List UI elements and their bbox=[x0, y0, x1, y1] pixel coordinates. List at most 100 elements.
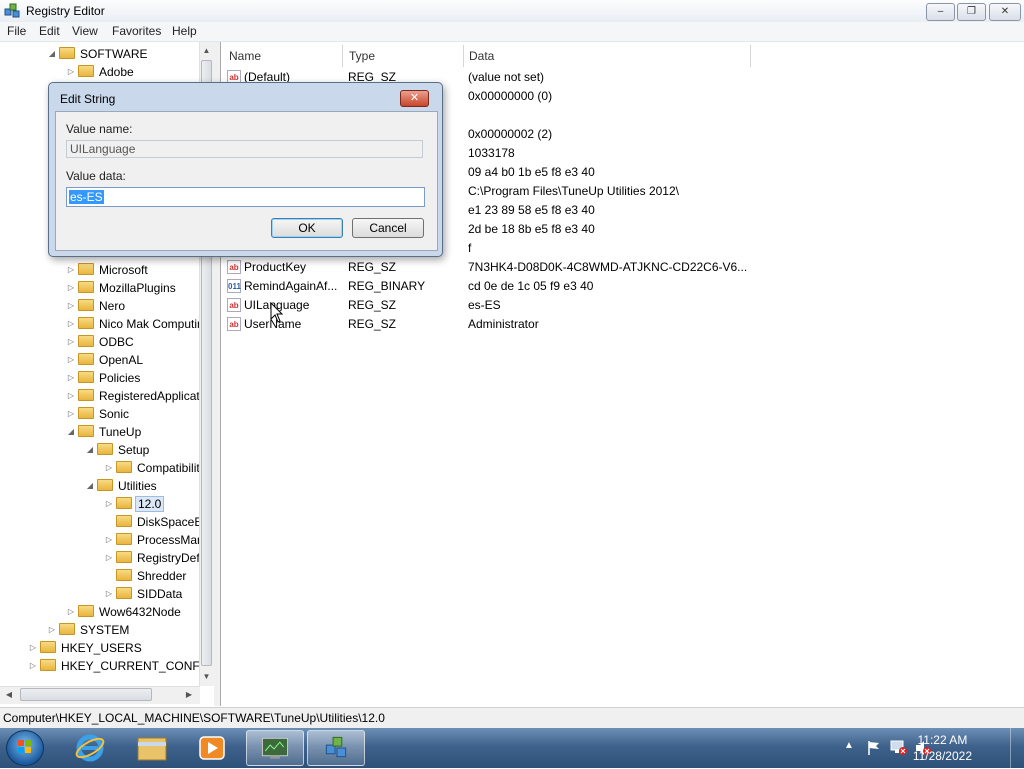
tree-node[interactable]: ▷ HKEY_USERS bbox=[28, 639, 144, 657]
tree-node-label: Adobe bbox=[99, 65, 134, 79]
folder-icon bbox=[78, 605, 94, 617]
minimize-button[interactable]: – bbox=[926, 3, 955, 21]
explorer-taskbar-button[interactable] bbox=[130, 730, 174, 766]
tree-node[interactable]: ▷ RegisteredApplications bbox=[66, 387, 214, 405]
expanded-arrow-icon[interactable]: ◢ bbox=[47, 45, 57, 63]
tree-node[interactable]: ▷ProcessManager bbox=[104, 531, 214, 549]
scroll-right-icon[interactable]: ▶ bbox=[184, 690, 194, 699]
scroll-left-icon[interactable]: ◀ bbox=[4, 690, 14, 699]
scroll-up-icon[interactable]: ▲ bbox=[201, 46, 212, 55]
taskbar: ▲ 11:22 AM 11/28/2022 bbox=[0, 728, 1024, 768]
expanded-arrow-icon[interactable]: ◢ bbox=[85, 477, 95, 495]
menu-view[interactable]: View bbox=[72, 24, 98, 38]
value-data: C:\Program Files\TuneUp Utilities 2012\ bbox=[468, 184, 679, 198]
show-desktop-button[interactable] bbox=[1010, 728, 1024, 768]
action-center-flag-icon[interactable] bbox=[866, 740, 882, 756]
tree-node-label: Wow6432Node bbox=[99, 605, 181, 619]
collapsed-arrow-icon[interactable]: ▷ bbox=[66, 279, 76, 297]
collapsed-arrow-icon[interactable]: ▷ bbox=[28, 639, 38, 657]
tree-node[interactable]: ▷ ODBC bbox=[66, 333, 136, 351]
value-data: 1033178 bbox=[468, 146, 515, 160]
folder-icon bbox=[78, 425, 94, 437]
tree-node[interactable]: ▷ MozillaPlugins bbox=[66, 279, 178, 297]
collapsed-arrow-icon[interactable]: ▷ bbox=[66, 603, 76, 621]
collapsed-arrow-icon[interactable]: ▷ bbox=[66, 63, 76, 81]
collapsed-arrow-icon[interactable]: ▷ bbox=[66, 405, 76, 423]
collapsed-arrow-icon[interactable]: ▷ bbox=[66, 261, 76, 279]
value-data-input[interactable]: es-ES bbox=[66, 187, 425, 207]
media-player-taskbar-button[interactable] bbox=[190, 730, 234, 766]
system-clock[interactable]: 11:22 AM 11/28/2022 bbox=[913, 732, 972, 764]
collapsed-arrow-icon[interactable]: ▷ bbox=[104, 459, 114, 477]
tree-horizontal-scroll-thumb[interactable] bbox=[20, 688, 152, 701]
ok-button[interactable]: OK bbox=[271, 218, 343, 238]
menu-help[interactable]: Help bbox=[172, 24, 197, 38]
tree-node[interactable]: ▷ SYSTEM bbox=[47, 621, 131, 639]
menu-edit[interactable]: Edit bbox=[39, 24, 60, 38]
tree-node[interactable]: ▷ Adobe bbox=[66, 63, 136, 81]
tree-node-label: RegisteredApplications bbox=[99, 389, 214, 403]
collapsed-arrow-icon[interactable]: ▷ bbox=[28, 657, 38, 675]
tree-node[interactable]: ▷ Sonic bbox=[66, 405, 131, 423]
folder-icon bbox=[116, 551, 132, 563]
tree-node[interactable]: ▷ Nero bbox=[66, 297, 127, 315]
network-disconnected-icon[interactable] bbox=[890, 740, 908, 756]
tree-node[interactable]: ▷ SIDData bbox=[104, 585, 184, 603]
collapsed-arrow-icon[interactable]: ▷ bbox=[104, 549, 114, 567]
tree-node-label: HKEY_USERS bbox=[61, 641, 142, 655]
tree-node[interactable]: ▷ Wow6432Node bbox=[66, 603, 183, 621]
tree-node[interactable]: ▷ 12.0 bbox=[104, 495, 165, 513]
tree-node[interactable]: ▷ HKEY_CURRENT_CONFIG bbox=[28, 657, 214, 675]
collapsed-arrow-icon[interactable]: ▷ bbox=[66, 297, 76, 315]
menu-file[interactable]: File bbox=[7, 24, 26, 38]
tree-node[interactable]: ◢ Utilities bbox=[85, 477, 159, 495]
column-header-name[interactable]: Name bbox=[229, 47, 261, 65]
tree-node[interactable]: ◢ TuneUp bbox=[66, 423, 143, 441]
binary-value-icon: 011 bbox=[227, 279, 241, 293]
column-header-data[interactable]: Data bbox=[469, 47, 494, 65]
tree-node[interactable]: ▷ OpenAL bbox=[66, 351, 145, 369]
tree-node[interactable]: ▷ Nico Mak Computing bbox=[66, 315, 212, 333]
collapsed-arrow-icon[interactable]: ▷ bbox=[104, 585, 114, 603]
folder-icon bbox=[78, 299, 94, 311]
close-button[interactable]: ✕ bbox=[989, 3, 1021, 21]
collapsed-arrow-icon[interactable]: ▷ bbox=[66, 351, 76, 369]
system-tool-taskbar-button[interactable] bbox=[246, 730, 304, 766]
value-row[interactable]: ab UILanguage REG_SZ es-ES bbox=[225, 296, 1005, 315]
menu-favorites[interactable]: Favorites bbox=[112, 24, 161, 38]
start-button[interactable] bbox=[6, 730, 44, 766]
show-hidden-icons-icon[interactable]: ▲ bbox=[844, 740, 854, 751]
expanded-arrow-icon[interactable]: ◢ bbox=[66, 423, 76, 441]
tree-node[interactable]: ▷ Policies bbox=[66, 369, 142, 387]
tree-node[interactable]: DiskSpaceExplorer bbox=[104, 513, 214, 531]
collapsed-arrow-icon[interactable]: ▷ bbox=[104, 531, 114, 549]
maximize-button[interactable]: ❐ bbox=[957, 3, 986, 21]
collapsed-arrow-icon[interactable]: ▷ bbox=[66, 369, 76, 387]
tree-node[interactable]: ▷ Microsoft bbox=[66, 261, 150, 279]
tree-node[interactable]: ◢ Setup bbox=[85, 441, 151, 459]
tree-node-label: Nico Mak Computing bbox=[99, 317, 211, 331]
cancel-button[interactable]: Cancel bbox=[352, 218, 424, 238]
scroll-down-icon[interactable]: ▼ bbox=[201, 672, 212, 681]
value-row[interactable]: ab ProductKey REG_SZ 7N3HK4-D08D0K-4C8WMD-A… bbox=[225, 258, 1005, 277]
value-row[interactable]: ab UserName REG_SZ Administrator bbox=[225, 315, 1005, 334]
value-data-label: Value data: bbox=[66, 169, 126, 183]
value-data: e1 23 89 58 e5 f8 e3 40 bbox=[468, 203, 595, 217]
collapsed-arrow-icon[interactable]: ▷ bbox=[66, 315, 76, 333]
value-row[interactable]: 011 RemindAgainAf... REG_BINARY cd 0e de 1c… bbox=[225, 277, 1005, 296]
tree-node[interactable]: ◢ SOFTWARE bbox=[47, 45, 150, 63]
column-header-type[interactable]: Type bbox=[349, 47, 375, 65]
tree-node[interactable]: Shredder bbox=[104, 567, 188, 585]
tree-node-label: Compatibility bbox=[137, 461, 206, 475]
expanded-arrow-icon[interactable]: ◢ bbox=[85, 441, 95, 459]
tree-node[interactable]: ▷ Compatibility bbox=[104, 459, 208, 477]
tree-node-label: Microsoft bbox=[99, 263, 148, 277]
dialog-close-button[interactable]: ✕ bbox=[400, 90, 429, 107]
internet-explorer-taskbar-button[interactable] bbox=[68, 730, 112, 766]
tree-node[interactable]: ▷ RegistryDefrag bbox=[104, 549, 214, 567]
collapsed-arrow-icon[interactable]: ▷ bbox=[66, 387, 76, 405]
registry-editor-taskbar-button[interactable] bbox=[307, 730, 365, 766]
collapsed-arrow-icon[interactable]: ▷ bbox=[47, 621, 57, 639]
collapsed-arrow-icon[interactable]: ▷ bbox=[66, 333, 76, 351]
collapsed-arrow-icon[interactable]: ▷ bbox=[104, 495, 114, 513]
